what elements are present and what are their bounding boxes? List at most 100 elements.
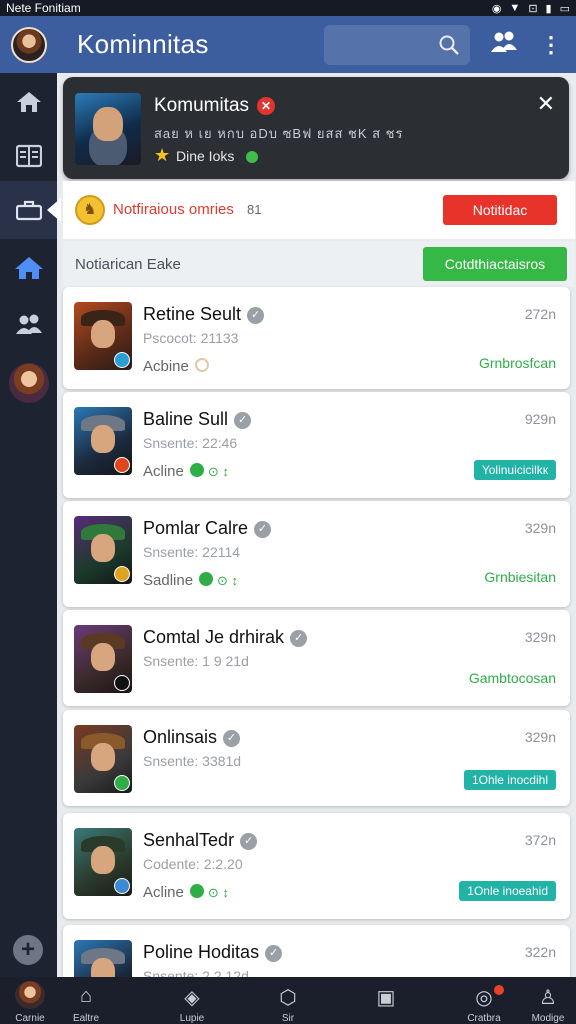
conversation-card[interactable]: Onlinsais ✓ Snsente: 3381d 329n 1Ohle ino… — [63, 710, 570, 806]
search-icon[interactable] — [438, 34, 460, 56]
conversation-card[interactable]: SenhalTedr ✓ Codente: 2:2.20 Acline ⊙ ↕ 37… — [63, 813, 570, 919]
banner-rating: Dine Ioks — [176, 148, 235, 164]
conversation-subtitle: Codente: 2:2.20 — [143, 856, 243, 872]
tab-label: Lupie — [179, 1013, 205, 1024]
thumbnail-badge-icon — [114, 675, 130, 691]
conversation-name: Onlinsais ✓ — [143, 727, 241, 748]
conversation-status: Acline ⊙ ↕ — [143, 884, 229, 901]
add-community-button[interactable]: + — [13, 935, 43, 965]
conversation-subtitle: Pscocot: 21133 — [143, 330, 239, 346]
conversation-time: 329n — [524, 629, 556, 645]
conversation-action-link[interactable]: Grnbrosfcan — [479, 355, 556, 371]
verified-icon: ✓ — [240, 833, 258, 850]
status-label: Acline — [143, 884, 184, 901]
star-icon: ★ — [154, 145, 171, 165]
conversation-status: Sadline ⊙ ↕ — [143, 572, 238, 589]
conversation-card[interactable]: Baline Sull ✓ Snsente: 22:46 Acline ⊙ ↕ 92… — [63, 392, 570, 498]
tab-3[interactable]: ◈ Lupie — [166, 977, 218, 1024]
profile-avatar[interactable] — [11, 26, 47, 63]
section-header: Notiarican Eake Cotdthiactaisros — [63, 241, 575, 287]
conversation-status: Acline ⊙ ↕ — [143, 463, 229, 480]
online-status-icon — [189, 884, 204, 898]
bottom-tab-bar: Carnie ⌂ Ealtre ◈ Lupie ⬡ Sir ▣ ◎ Cratbra ♙ Modige — [0, 977, 576, 1024]
tab-4[interactable]: ⬡ Sir — [262, 977, 314, 1024]
thumbnail-badge-icon — [114, 566, 130, 582]
conversation-time: 322n — [524, 944, 556, 960]
conversation-thumbnail — [74, 725, 132, 793]
thumbnail-face — [91, 534, 115, 562]
tab-label: Carnie — [15, 1013, 45, 1024]
sidebar-home-icon[interactable] — [0, 73, 57, 131]
tab-7[interactable]: ♙ Modige — [526, 977, 570, 1024]
thumbnail-face — [91, 958, 115, 977]
banner-badge-icon: ✕ — [257, 97, 275, 115]
verified-icon: ✓ — [247, 307, 265, 324]
status-bar: Nete Fonitiam ◉ ▼ ⊡ ▮ ▭ — [0, 0, 576, 16]
conversation-name: SenhalTedr ✓ — [143, 830, 258, 851]
banner-title: Komumitas — [154, 95, 250, 116]
conversation-card[interactable]: Retine Seult ✓ Pscocot: 21133 Acbine 272n… — [63, 287, 570, 389]
tab-label: Sir — [281, 1013, 295, 1024]
notification-count: 81 — [247, 202, 262, 217]
signal-icon: ▼ — [509, 1, 521, 14]
conversation-subtitle: Snsente: 2 2.12d — [143, 968, 249, 977]
close-icon[interactable]: ✕ — [537, 91, 555, 117]
conversation-subtitle: Snsente: 22114 — [143, 544, 241, 560]
conversation-name: Baline Sull ✓ — [143, 409, 252, 430]
tab-2[interactable]: ⌂ Ealtre — [60, 977, 112, 1024]
notification-badge-icon — [494, 985, 504, 995]
conversation-time: 929n — [524, 411, 556, 427]
conversation-action-link[interactable]: Gambtocosan — [469, 670, 556, 686]
status-label: Sadline — [143, 572, 194, 589]
tab-1[interactable]: Carnie — [4, 977, 56, 1024]
section-header-button[interactable]: Cotdthiactaisros — [423, 247, 567, 281]
conversation-name-text: Pomlar Calre — [143, 518, 249, 538]
status-ring-icon — [194, 358, 209, 372]
conversation-action-link[interactable]: Grnbiesitan — [484, 569, 556, 585]
conversation-time: 329n — [524, 729, 556, 745]
app-title: Kominnitas — [77, 29, 209, 59]
conversation-card[interactable]: Pomlar Calre ✓ Snsente: 22114 Sadline ⊙ ↕ … — [63, 501, 570, 607]
conversation-thumbnail — [74, 940, 132, 977]
thumbnail-badge-icon — [114, 878, 130, 894]
tab-5[interactable]: ▣ — [360, 977, 412, 1024]
tab-label: Ealtre — [72, 1013, 100, 1024]
conversation-card[interactable]: Comtal Je drhirak ✓ Snsente: 1 9 21d 329n… — [63, 610, 570, 706]
conversation-name-text: Comtal Je drhirak — [143, 627, 285, 647]
conversation-time: 272n — [524, 306, 556, 322]
notification-button[interactable]: Notitidac — [443, 195, 557, 225]
conversation-subtitle: Snsente: 3381d — [143, 753, 242, 769]
conversation-thumbnail — [74, 407, 132, 475]
data-icon: ⊡ — [528, 2, 538, 15]
sidebar-grid-icon[interactable] — [0, 127, 57, 185]
sidebar-people-icon[interactable] — [0, 295, 57, 353]
sidebar-community-home-icon[interactable] — [0, 239, 57, 297]
tab-avatar — [15, 981, 45, 1009]
verified-icon: ✓ — [254, 521, 272, 538]
person-icon: ♙ — [539, 987, 557, 1009]
status-label: Acbine — [143, 358, 189, 375]
community-banner[interactable]: Komumitas ✕ สaย ห เย หกบ อDบ ซBฟ ยสส ชK … — [63, 77, 569, 179]
battery-icon: ▭ — [559, 2, 570, 15]
tab-6[interactable]: ◎ Cratbra — [458, 977, 510, 1024]
conversation-name-text: Poline Hoditas — [143, 942, 260, 962]
main-content: Komumitas ✕ สaย ห เย หกบ อDบ ซBฟ ยสส ชK … — [57, 73, 576, 977]
status-label: Acline — [143, 463, 184, 480]
conversation-action-button[interactable]: Yolinuicicilkк — [473, 460, 556, 480]
online-status-icon — [189, 463, 204, 477]
conversation-name-text: Baline Sull — [143, 409, 229, 429]
verified-icon: ✓ — [234, 412, 252, 429]
more-options-icon[interactable]: ⋮ — [540, 32, 562, 58]
conversation-thumbnail — [74, 516, 132, 584]
tab-label: Cratbra — [467, 1013, 501, 1024]
conversation-action-button[interactable]: 1Ohle inocdihl — [463, 770, 556, 790]
conversation-name: Poline Hoditas ✓ — [143, 942, 283, 963]
conversation-subtitle: Snsente: 1 9 21d — [143, 653, 249, 669]
conversation-subtitle: Snsente: 22:46 — [143, 435, 238, 451]
people-icon: ◎ — [475, 987, 493, 1009]
conversation-card[interactable]: Poline Hoditas ✓ Snsente: 2 2.12d 322n — [63, 925, 570, 977]
sidebar-avatar[interactable] — [9, 363, 49, 403]
conversation-action-button[interactable]: 1Onle inoeahid — [459, 881, 556, 901]
search-box[interactable] — [324, 24, 470, 65]
community-icon[interactable] — [488, 30, 520, 60]
